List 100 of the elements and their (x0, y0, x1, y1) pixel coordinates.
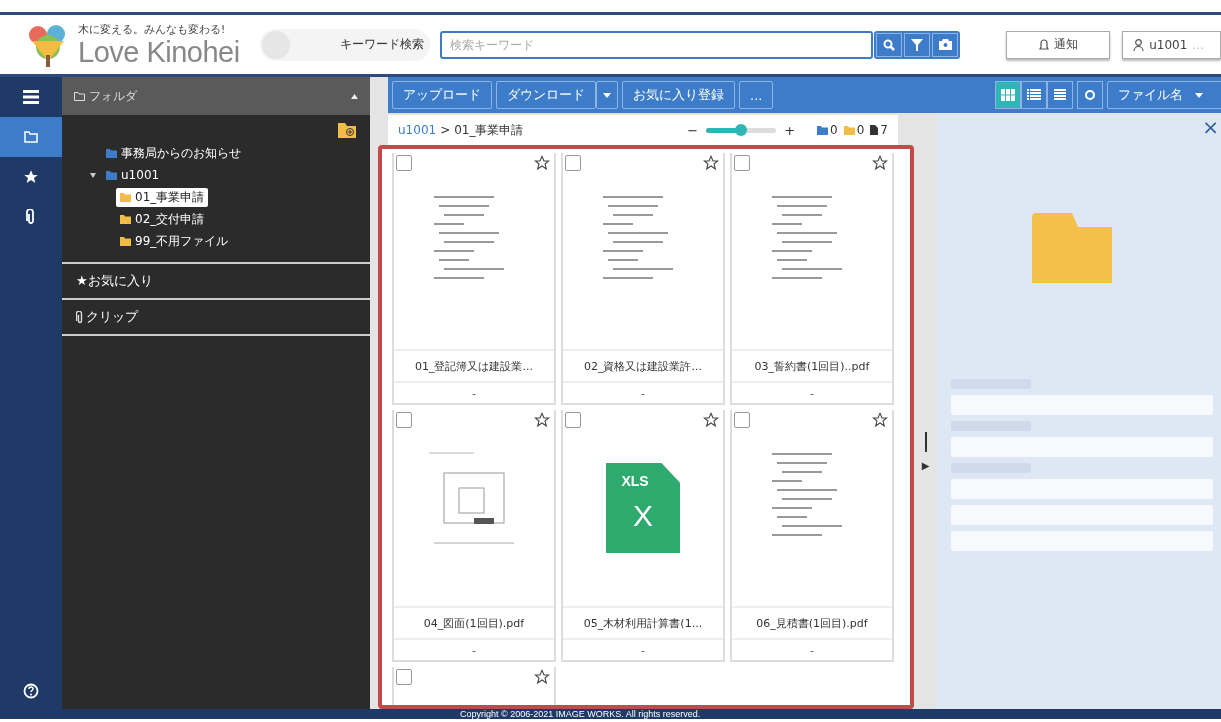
filter-button[interactable] (904, 32, 931, 57)
logo-wordmark: Love Kinohei (78, 36, 240, 67)
search-icon (883, 38, 896, 51)
folder-tree-item[interactable]: 99_不用ファイル (116, 231, 233, 251)
select-checkbox[interactable] (396, 155, 412, 171)
file-meta: - (640, 385, 646, 402)
file-icon (870, 125, 879, 135)
camera-icon (939, 39, 952, 50)
caret-icon (603, 92, 611, 98)
camera-button[interactable] (932, 32, 959, 57)
sort-dropdown[interactable]: ファイル名 (1107, 81, 1221, 109)
logo-tagline: 木に変える。みんなも変わる! (78, 22, 227, 37)
select-checkbox[interactable] (734, 412, 750, 428)
slider-thumb[interactable] (735, 124, 748, 136)
item-count: 7 (880, 123, 888, 137)
grid-icon (1001, 89, 1015, 101)
caret-icon (1195, 92, 1203, 98)
select-checkbox[interactable] (734, 155, 750, 171)
select-checkbox[interactable] (565, 412, 581, 428)
file-card[interactable]: 02_資格又は建設業許... - (561, 153, 725, 405)
file-name: 01_登記簿又は建設業... (394, 349, 554, 383)
view-mode-button[interactable] (1021, 81, 1047, 109)
zoom-out-button[interactable]: − (687, 122, 699, 138)
add-favorite-button[interactable]: お気に入り登録 (622, 81, 735, 109)
folder-icon (120, 192, 131, 202)
menu-icon (23, 90, 39, 104)
file-card[interactable]: 04_図面(1回目).pdf - (392, 410, 556, 662)
file-name: 05_木材利用計算書(1... (563, 606, 723, 640)
folder-icon (120, 214, 131, 224)
star-icon[interactable] (872, 155, 888, 171)
copyright-text: Copyright © 2006-2021 IMAGE WORKS. All rights reserved. (0, 709, 1221, 719)
folder-icon (843, 125, 855, 135)
bell-icon (1038, 38, 1049, 51)
star-icon[interactable] (534, 669, 550, 685)
expand-caret-icon[interactable] (90, 172, 96, 178)
file-card[interactable]: XLS X 05_木材利用計算書(1... - (561, 410, 725, 662)
folder-icon (817, 125, 829, 135)
download-dropdown-button[interactable] (596, 81, 618, 109)
star-icon[interactable] (703, 155, 719, 171)
folder-tree-item[interactable]: u1001 (102, 167, 164, 183)
download-button[interactable]: ダウンロード (496, 81, 596, 109)
search-button[interactable] (876, 32, 903, 57)
panel-section-link[interactable]: ★お気に入り (76, 272, 153, 290)
spreadsheet-file-icon: XLS X (606, 463, 680, 553)
file-name: 03_誓約書(1回目)..pdf (732, 349, 892, 383)
search-field[interactable]: 検索キーワード (439, 30, 874, 59)
file-meta: - (640, 642, 646, 659)
panel-title: フォルダ (89, 87, 138, 105)
more-button[interactable]: ... (739, 81, 774, 109)
file-card[interactable]: 06_見積書(1回目).pdf - (730, 410, 894, 662)
breadcrumb-current: 01_事業申請 (454, 121, 524, 139)
close-button[interactable]: × (1202, 117, 1219, 137)
folder-tree-item[interactable]: 事務局からのお知らせ (102, 143, 245, 163)
folder-icon (106, 148, 117, 158)
star-icon[interactable] (534, 155, 550, 171)
paperclip-icon (26, 209, 36, 225)
keyword-search-toggle[interactable]: キーワード検索 (260, 28, 430, 61)
file-meta: - (809, 642, 815, 659)
folder-tree-item[interactable]: 02_交付申請 (116, 209, 209, 229)
refresh-icon (1084, 89, 1096, 101)
file-meta: - (809, 385, 815, 402)
folder-tree-item[interactable]: 01_事業申請 (116, 187, 209, 207)
refresh-button[interactable] (1077, 81, 1103, 109)
file-name: 02_資格又は建設業許... (563, 349, 723, 383)
star-icon[interactable] (534, 412, 550, 428)
star-icon (23, 169, 39, 185)
upload-button[interactable]: アップロード (392, 81, 492, 109)
expand-panel-arrow[interactable]: ▶ (921, 459, 930, 471)
user-icon (1133, 38, 1145, 51)
folder-icon (120, 236, 131, 246)
file-card[interactable]: 03_誓約書(1回目)..pdf - (730, 153, 894, 405)
star-icon[interactable] (703, 412, 719, 428)
breadcrumb-separator: > (440, 123, 451, 137)
item-count: 0 (856, 123, 865, 137)
star-icon[interactable] (872, 412, 888, 428)
breadcrumb-link[interactable]: u1001 (398, 123, 437, 137)
zoom-in-button[interactable]: + (784, 122, 796, 138)
detail-list-icon (1054, 89, 1066, 101)
view-mode-button[interactable] (1047, 81, 1073, 109)
folder-icon (74, 91, 85, 101)
select-checkbox[interactable] (396, 412, 412, 428)
folder-icon (24, 131, 38, 143)
filter-icon (911, 38, 924, 51)
file-card[interactable]: 01_登記簿又は建設業... - (392, 153, 556, 405)
collapse-icon[interactable] (351, 93, 358, 99)
item-count: 0 (830, 123, 838, 137)
view-mode-button[interactable] (995, 81, 1021, 109)
folder-icon (1032, 213, 1112, 283)
file-name: 04_図面(1回目).pdf (394, 606, 554, 640)
notification-button[interactable]: 通知 (1006, 30, 1111, 59)
select-checkbox[interactable] (565, 155, 581, 171)
file-name: 06_見積書(1回目).pdf (732, 606, 892, 640)
zoom-slider[interactable] (706, 127, 777, 133)
user-menu-button[interactable]: u1001 ... (1122, 30, 1221, 59)
file-meta: - (471, 642, 477, 659)
help-icon[interactable] (23, 683, 39, 699)
new-folder-icon[interactable] (338, 123, 356, 138)
select-checkbox[interactable] (396, 669, 412, 685)
splitter-handle[interactable] (924, 431, 927, 452)
panel-section-link[interactable]: クリップ (86, 308, 138, 326)
